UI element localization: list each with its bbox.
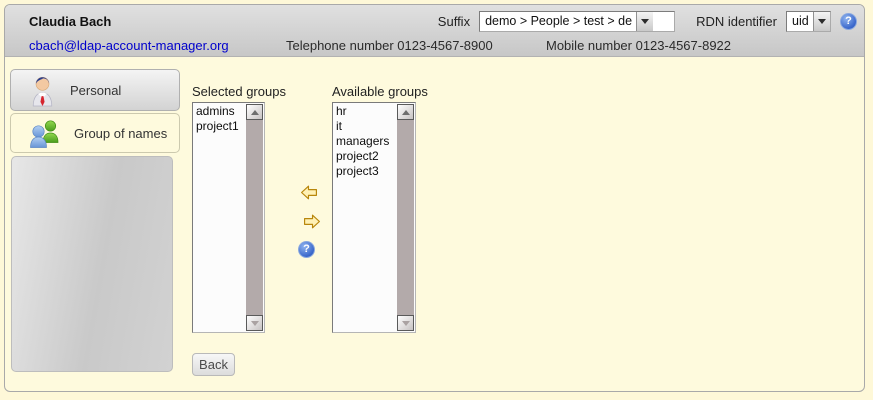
list-item[interactable]: admins: [196, 104, 247, 119]
sidebar-panel: [11, 156, 173, 372]
available-groups-options: hritmanagersproject2project3: [333, 103, 398, 332]
scroll-down-button[interactable]: [397, 315, 414, 331]
sidebar-item-group-of-names[interactable]: Group of names: [10, 113, 180, 153]
help-icon[interactable]: ?: [298, 241, 315, 258]
email-link[interactable]: cbach@ldap-account-manager.org: [29, 38, 229, 53]
suffix-label: Suffix: [438, 14, 470, 29]
group-icon: [29, 119, 60, 148]
scroll-up-button[interactable]: [246, 104, 263, 120]
list-item[interactable]: hr: [336, 104, 398, 119]
header-controls: Suffix demo > People > test > de RDN ide…: [438, 10, 857, 32]
selected-groups-options: adminsproject1: [193, 103, 247, 332]
dropdown-arrow-icon: [813, 12, 830, 31]
triangle-down-icon: [251, 321, 259, 326]
back-button[interactable]: Back: [192, 353, 235, 376]
sidebar-item-personal[interactable]: Personal: [10, 69, 180, 111]
telephone-number: Telephone number 0123-4567-8900: [286, 38, 493, 53]
triangle-up-icon: [251, 110, 259, 115]
header: Claudia Bach Suffix demo > People > test…: [5, 5, 864, 57]
suffix-select-value: demo > People > test > de: [480, 12, 636, 31]
scroll-up-button[interactable]: [397, 104, 414, 120]
scroll-down-button[interactable]: [246, 315, 263, 331]
scrollbar[interactable]: [246, 104, 263, 331]
list-item[interactable]: project1: [196, 119, 247, 134]
left-arrow-icon: [302, 186, 317, 199]
rdn-identifier-select[interactable]: uid: [786, 11, 831, 32]
help-icon[interactable]: ?: [840, 13, 857, 30]
person-icon: [29, 74, 56, 107]
rdn-identifier-label: RDN identifier: [696, 14, 777, 29]
available-groups-listbox[interactable]: hritmanagersproject2project3: [332, 102, 416, 333]
list-item[interactable]: managers: [336, 134, 398, 149]
scrollbar[interactable]: [397, 104, 414, 331]
selected-groups-label: Selected groups: [192, 84, 286, 99]
triangle-up-icon: [402, 110, 410, 115]
page-title: Claudia Bach: [29, 14, 111, 29]
mobile-number: Mobile number 0123-4567-8922: [546, 38, 731, 53]
list-item[interactable]: it: [336, 119, 398, 134]
triangle-down-icon: [402, 321, 410, 326]
sidebar-item-label: Group of names: [74, 126, 167, 141]
selected-groups-listbox[interactable]: adminsproject1: [192, 102, 265, 333]
rdn-select-value: uid: [787, 12, 813, 31]
suffix-select[interactable]: demo > People > test > de: [479, 11, 675, 32]
list-item[interactable]: project2: [336, 149, 398, 164]
sidebar-item-label: Personal: [70, 83, 121, 98]
right-arrow-icon: [305, 215, 320, 228]
dropdown-arrow-icon: [636, 12, 653, 31]
available-groups-label: Available groups: [332, 84, 428, 99]
main-panel: Claudia Bach Suffix demo > People > test…: [4, 4, 865, 392]
list-item[interactable]: project3: [336, 164, 398, 179]
move-right-button[interactable]: [303, 213, 321, 230]
move-left-button[interactable]: [300, 184, 318, 201]
